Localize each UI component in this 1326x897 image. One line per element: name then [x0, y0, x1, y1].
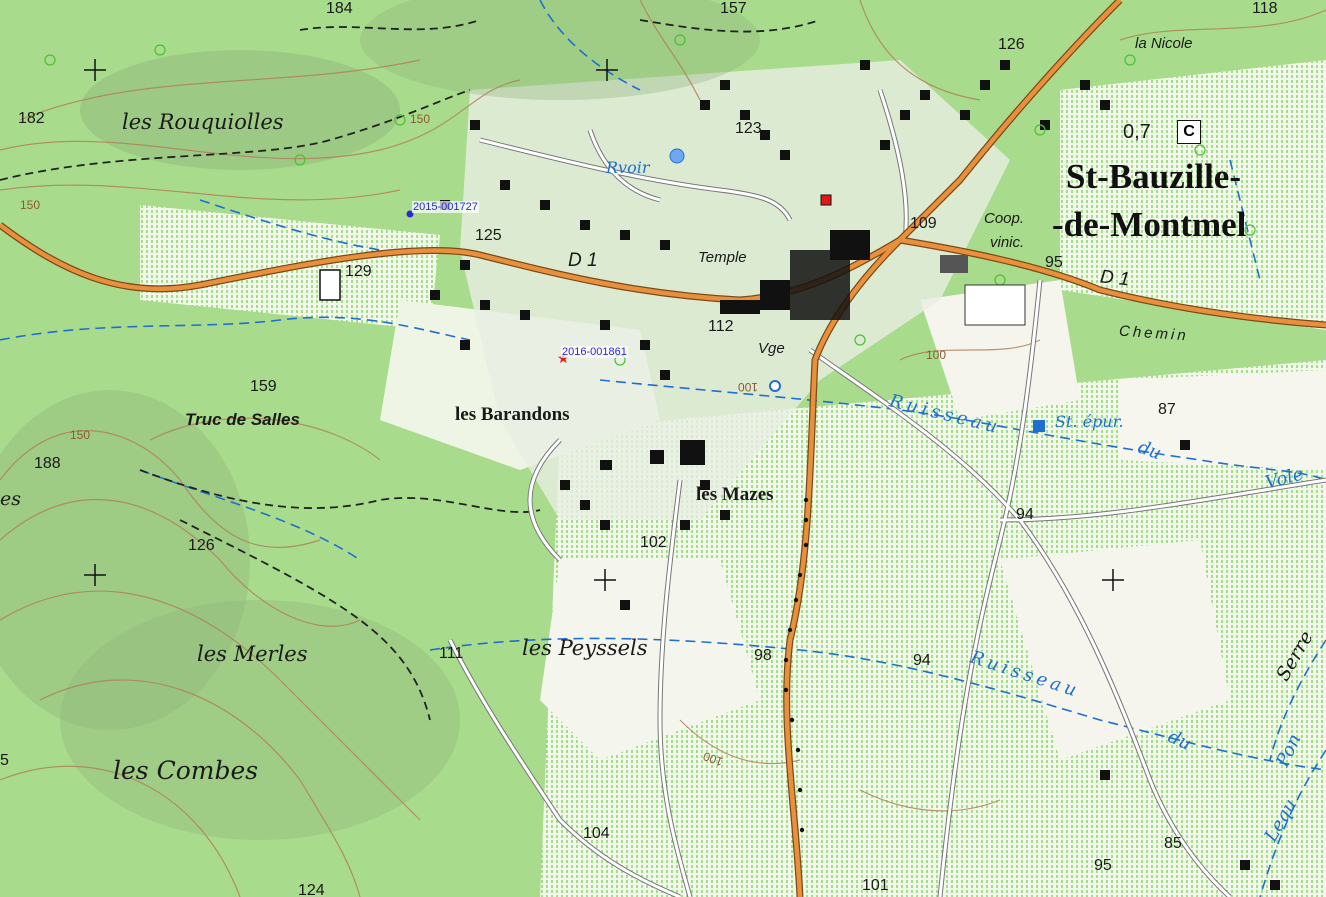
place-peyssels: les Peyssels	[522, 636, 648, 660]
elevation-159: 159	[250, 378, 277, 395]
contour-label-100b: 100	[738, 380, 759, 394]
elevation-102: 102	[640, 534, 667, 551]
elevation-109: 109	[910, 215, 937, 232]
place-coop-line1: Coop.	[984, 210, 1025, 227]
elevation-126b: 126	[188, 537, 215, 554]
elevation-5: 5	[0, 752, 9, 769]
elevation-87: 87	[1158, 401, 1176, 418]
topographic-map[interactable]: ★ St-Bauzille- -de-Montmel les Rouquioll…	[0, 0, 1326, 897]
elevation-95b: 95	[1094, 857, 1112, 874]
marker-label-m2[interactable]: 2016-001861	[561, 346, 628, 358]
elevation-104: 104	[583, 825, 610, 842]
place-mazes: les Mazes	[696, 484, 774, 505]
contour-label-150c: 150	[70, 428, 91, 442]
town-name-line1: St-Bauzille-	[1066, 157, 1241, 196]
elevation-188: 188	[34, 455, 61, 472]
town-name-line2: -de-Montmel	[1052, 205, 1247, 244]
elevation-98: 98	[754, 647, 772, 664]
spring-icon	[769, 380, 781, 392]
road-label-d1-east: D 1	[1099, 266, 1131, 291]
elevation-129: 129	[345, 263, 372, 280]
elevation-0-7: 0,7	[1123, 121, 1151, 143]
road-label-d1-west: D 1	[568, 250, 598, 271]
place-truc-de-salles: Truc de Salles	[185, 410, 300, 429]
red-square-icon	[820, 194, 832, 206]
place-nicole: la Nicole	[1135, 35, 1193, 52]
elevation-94a: 94	[1016, 506, 1034, 523]
contour-label-150a: 150	[410, 112, 431, 126]
elevation-85: 85	[1164, 835, 1182, 852]
place-es: es	[0, 488, 21, 510]
place-barandons: les Barandons	[455, 404, 570, 425]
elevation-94b: 94	[913, 652, 931, 669]
place-rvoir: Rvoir	[606, 158, 650, 177]
c-symbol-box: C	[1177, 120, 1201, 144]
contour-label-100a: 100	[926, 348, 947, 362]
elevation-125: 125	[475, 227, 502, 244]
place-combes: les Combes	[113, 756, 259, 785]
place-rouquiolles: les Rouquiolles	[122, 110, 284, 134]
sports-field	[964, 284, 1026, 326]
elevation-101: 101	[862, 877, 889, 894]
elevation-124: 124	[298, 882, 325, 897]
contour-label-150b: 150	[20, 198, 41, 212]
place-merles: les Merles	[197, 642, 308, 666]
marker-label-m1[interactable]: 2015-001727	[412, 201, 479, 213]
elevation-157: 157	[720, 0, 747, 17]
treatment-plant-icon	[1033, 420, 1045, 432]
elevation-118: 118	[1252, 0, 1278, 17]
elevation-123: 123	[735, 120, 762, 137]
elevation-184: 184	[326, 0, 353, 17]
place-coop-line2: vinic.	[990, 234, 1025, 251]
place-vge: Vge	[758, 340, 785, 357]
elevation-111: 111	[439, 645, 464, 662]
place-st-epur: St. épur.	[1055, 412, 1124, 431]
reservoir-icon	[669, 148, 685, 164]
elevation-126a: 126	[998, 36, 1025, 53]
elevation-112: 112	[708, 318, 734, 335]
elevation-182: 182	[18, 110, 45, 127]
place-temple: Temple	[698, 249, 747, 266]
elevation-95a: 95	[1045, 254, 1063, 271]
